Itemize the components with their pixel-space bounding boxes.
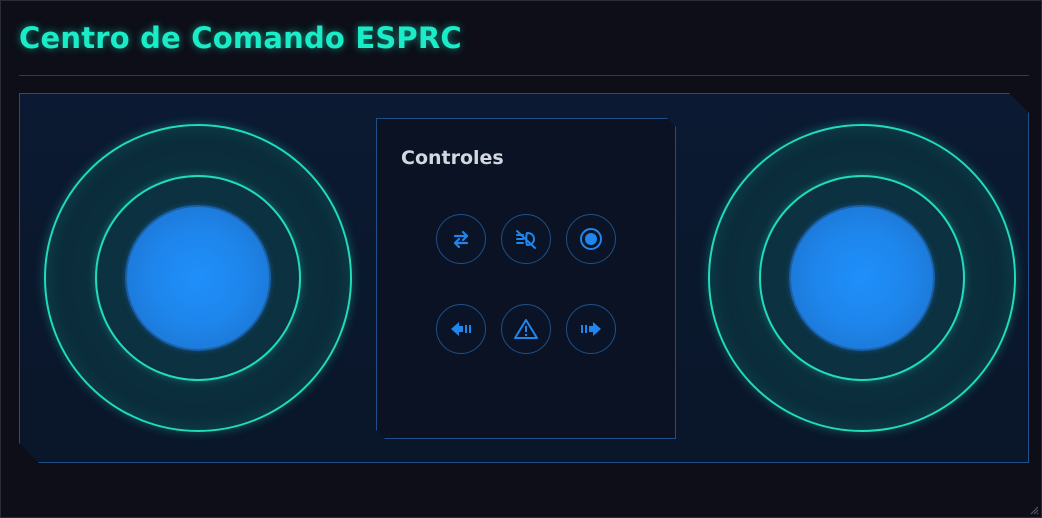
resize-grip-icon[interactable] bbox=[1029, 505, 1039, 515]
controls-title: Controles bbox=[401, 147, 504, 169]
app-window: Centro de Comando ESPRC Controles bbox=[0, 0, 1042, 518]
corner-notch bbox=[667, 118, 676, 127]
joystick-knob[interactable] bbox=[789, 205, 935, 351]
controls-panel: Controles bbox=[376, 118, 676, 439]
hazard-warning-icon bbox=[514, 319, 538, 339]
record-icon bbox=[580, 228, 602, 250]
right-joystick[interactable] bbox=[708, 124, 1016, 432]
left-joystick[interactable] bbox=[44, 124, 352, 432]
control-stage: Controles bbox=[19, 93, 1029, 463]
turn-left-signal-icon bbox=[451, 322, 471, 336]
corner-notch bbox=[1009, 93, 1029, 113]
arrows-swap-icon bbox=[453, 230, 469, 249]
corner-notch bbox=[19, 443, 39, 463]
joystick-knob[interactable] bbox=[125, 205, 271, 351]
headlight-off-icon bbox=[516, 230, 536, 249]
right-signal-button[interactable] bbox=[566, 304, 616, 354]
hazard-button[interactable] bbox=[501, 304, 551, 354]
turn-right-signal-icon bbox=[581, 322, 601, 336]
record-button[interactable] bbox=[566, 214, 616, 264]
left-signal-button[interactable] bbox=[436, 304, 486, 354]
title-divider bbox=[19, 75, 1029, 76]
page-title: Centro de Comando ESPRC bbox=[19, 21, 462, 55]
corner-notch bbox=[376, 430, 385, 439]
lights-off-button[interactable] bbox=[501, 214, 551, 264]
swap-direction-button[interactable] bbox=[436, 214, 486, 264]
